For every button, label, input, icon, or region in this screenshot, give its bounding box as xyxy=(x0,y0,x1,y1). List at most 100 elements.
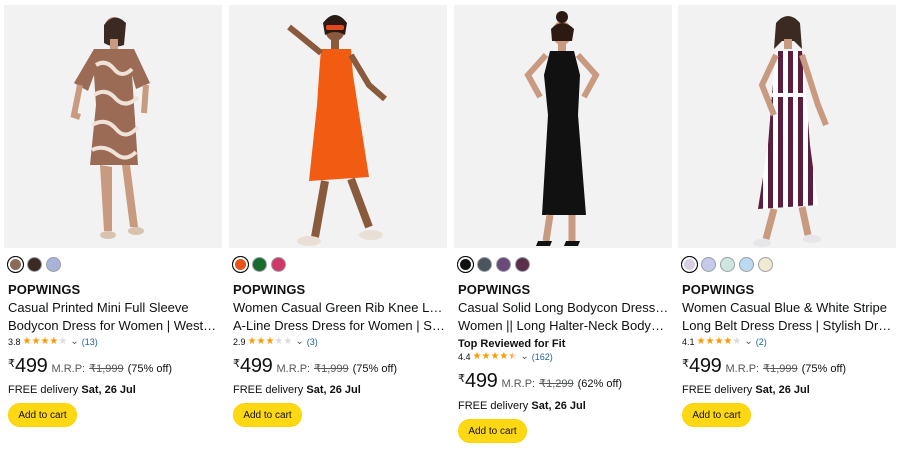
product-title-line1[interactable]: Women Casual Blue & White Stripe xyxy=(682,299,894,317)
delivery-date: Sat, 26 Jul xyxy=(755,384,810,396)
product-title[interactable]: Casual Printed Mini Full Sleeve Bodycon … xyxy=(8,299,220,335)
star-rating[interactable]: ★ ★ ★ ★ ★ xyxy=(248,335,293,347)
price: 499 xyxy=(240,355,273,377)
rating-value: 3.8 xyxy=(8,336,21,347)
rating-value: 4.4 xyxy=(458,351,471,362)
delivery-prefix: FREE delivery xyxy=(8,384,79,396)
brand-name: POPWINGS xyxy=(233,282,306,297)
star-icon: ★ xyxy=(499,350,509,362)
color-swatch[interactable] xyxy=(271,257,286,272)
product-title-line2[interactable]: A-Line Dress Dress for Women | Styli… xyxy=(233,317,445,335)
price-row: ₹499 M.R.P: ₹1,999 (75% off) xyxy=(8,355,172,378)
color-swatch[interactable] xyxy=(515,257,530,272)
color-swatch[interactable] xyxy=(232,256,249,273)
color-swatch[interactable] xyxy=(720,257,735,272)
color-swatches xyxy=(681,256,773,273)
delivery-prefix: FREE delivery xyxy=(233,384,304,396)
star-icon: ★ xyxy=(283,335,293,347)
color-swatch[interactable] xyxy=(27,257,42,272)
price: 499 xyxy=(689,355,722,377)
star-icon: ★ xyxy=(22,335,32,347)
rating-row[interactable]: 3.8 ★ ★ ★ ★ ★ ⌄ (13) xyxy=(8,336,98,347)
review-count-link[interactable]: (13) xyxy=(82,337,98,347)
color-swatch[interactable] xyxy=(457,256,474,273)
product-photo-dress-orange xyxy=(229,5,447,248)
brand-name: POPWINGS xyxy=(8,282,81,297)
color-swatch[interactable] xyxy=(7,256,24,273)
star-icon: ★ xyxy=(723,335,733,347)
chevron-down-icon[interactable]: ⌄ xyxy=(520,351,528,362)
add-to-cart-button[interactable]: Add to cart xyxy=(233,403,302,427)
color-swatch[interactable] xyxy=(496,257,511,272)
review-count-link[interactable]: (3) xyxy=(307,337,318,347)
currency-symbol: ₹ xyxy=(8,358,15,370)
mrp-label: M.R.P: xyxy=(276,363,311,375)
chevron-down-icon[interactable]: ⌄ xyxy=(70,336,78,347)
product-photo-dress-printed xyxy=(4,5,222,248)
delivery-info: FREE delivery Sat, 26 Jul xyxy=(8,384,136,396)
add-to-cart-button[interactable]: Add to cart xyxy=(8,403,77,427)
review-count-link[interactable]: (162) xyxy=(532,352,553,362)
mrp-value: ₹1,999 xyxy=(89,363,124,375)
product-title[interactable]: Casual Solid Long Bodycon Dress for Wome… xyxy=(458,299,670,335)
color-swatch[interactable] xyxy=(46,257,61,272)
product-title[interactable]: Women Casual Green Rib Knee Length A-Lin… xyxy=(233,299,445,335)
color-swatch[interactable] xyxy=(739,257,754,272)
discount: (75% off) xyxy=(801,363,847,375)
star-icon: ★ xyxy=(274,335,284,347)
star-icon: ★ xyxy=(265,335,275,347)
product-title-line2[interactable]: Bodycon Dress for Women | Western… xyxy=(8,317,220,335)
star-rating[interactable]: ★ ★ ★ ★ ★ xyxy=(696,335,742,347)
chevron-down-icon[interactable]: ⌄ xyxy=(744,336,752,347)
star-icon: ★ xyxy=(58,335,68,347)
price-row: ₹499 M.R.P: ₹1,299 (62% off) xyxy=(458,370,622,393)
currency-symbol: ₹ xyxy=(458,373,465,385)
color-swatch[interactable] xyxy=(477,257,492,272)
star-icon: ★ xyxy=(714,335,724,347)
product-image[interactable] xyxy=(4,5,222,248)
product-title-line2[interactable]: Long Belt Dress Dress | Stylish Dress… xyxy=(682,317,894,335)
star-icon: ★ xyxy=(490,350,500,362)
product-card[interactable]: POPWINGS Women Casual Green Rib Knee Len… xyxy=(229,0,447,449)
brand-name: POPWINGS xyxy=(458,282,531,297)
product-card[interactable]: POPWINGS Women Casual Blue & White Strip… xyxy=(678,0,896,449)
color-swatch[interactable] xyxy=(701,257,716,272)
product-image[interactable] xyxy=(454,5,672,248)
product-photo-dress-stripe xyxy=(678,5,896,248)
star-icon: ★ xyxy=(256,335,266,347)
color-swatches xyxy=(457,256,530,273)
add-to-cart-button[interactable]: Add to cart xyxy=(682,403,751,427)
color-swatch[interactable] xyxy=(681,256,698,273)
color-swatches xyxy=(232,256,286,273)
mrp-value: ₹1,999 xyxy=(763,363,798,375)
chevron-down-icon[interactable]: ⌄ xyxy=(295,336,303,347)
product-title-line1[interactable]: Women Casual Green Rib Knee Length xyxy=(233,299,445,317)
product-title-line1[interactable]: Casual Printed Mini Full Sleeve xyxy=(8,299,220,317)
color-swatch[interactable] xyxy=(758,257,773,272)
product-image[interactable] xyxy=(229,5,447,248)
product-card[interactable]: POPWINGS Casual Solid Long Bodycon Dress… xyxy=(454,0,672,449)
rating-row[interactable]: 4.4 ★ ★ ★ ★ ★ ⌄ (162) xyxy=(458,351,553,362)
star-icon: ★ xyxy=(732,335,742,347)
product-card[interactable]: POPWINGS Casual Printed Mini Full Sleeve… xyxy=(4,0,222,449)
color-swatch[interactable] xyxy=(252,257,267,272)
mrp-value: ₹1,999 xyxy=(314,363,349,375)
star-icon: ★ xyxy=(31,335,41,347)
product-title-line1[interactable]: Casual Solid Long Bodycon Dress for xyxy=(458,299,670,317)
color-swatches xyxy=(7,256,61,273)
star-icon: ★ xyxy=(696,335,706,347)
star-icon: ★ xyxy=(40,335,50,347)
add-to-cart-button[interactable]: Add to cart xyxy=(458,419,527,443)
discount: (75% off) xyxy=(127,363,173,375)
product-title[interactable]: Women Casual Blue & White Stripe Long Be… xyxy=(682,299,894,335)
rating-row[interactable]: 4.1 ★ ★ ★ ★ ★ ⌄ (2) xyxy=(682,336,767,347)
star-rating[interactable]: ★ ★ ★ ★ ★ xyxy=(473,350,518,362)
star-rating[interactable]: ★ ★ ★ ★ ★ xyxy=(22,335,68,347)
product-title-line2[interactable]: Women || Long Halter-Neck Bodyco… xyxy=(458,317,670,335)
review-count-link[interactable]: (2) xyxy=(756,337,767,347)
top-reviewed-badge: Top Reviewed for Fit xyxy=(458,338,566,350)
delivery-date: Sat, 26 Jul xyxy=(531,400,586,412)
rating-row[interactable]: 2.9 ★ ★ ★ ★ ★ ⌄ (3) xyxy=(233,336,318,347)
product-image[interactable] xyxy=(678,5,896,248)
delivery-date: Sat, 26 Jul xyxy=(306,384,361,396)
